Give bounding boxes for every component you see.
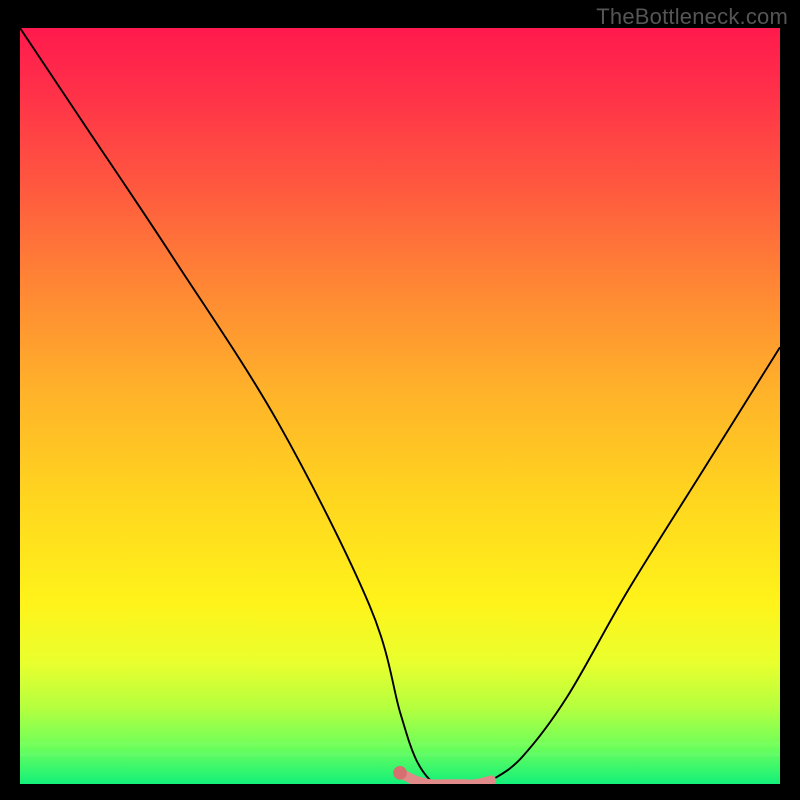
chart-stage: TheBottleneck.com: [0, 0, 800, 800]
bottom-band-highlight-path: [400, 773, 491, 784]
bottleneck-curve-path: [20, 28, 780, 784]
plot-area: [20, 28, 780, 784]
bottom-band-highlight-dot: [393, 766, 407, 780]
watermark-text: TheBottleneck.com: [596, 4, 788, 30]
bottleneck-curve-svg: [20, 28, 780, 784]
